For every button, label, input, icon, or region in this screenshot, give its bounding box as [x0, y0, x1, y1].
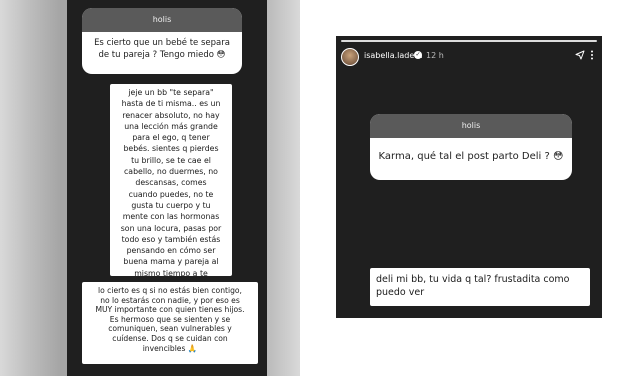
avatar[interactable] [341, 48, 359, 66]
story-reply-text-1: jeje un bb "te separa" hasta de ti misma… [110, 84, 232, 289]
story-reply-text-2: lo cierto es q si no estás bien contigo,… [82, 282, 258, 364]
question-sticker-right: holis Karma, qué tal el post parto Deli … [370, 114, 572, 180]
question-sticker-header: holis [370, 114, 572, 138]
more-options-icon[interactable] [588, 50, 596, 60]
question-sticker-left: holis Es cierto que un bebé te separa de… [82, 8, 242, 74]
question-sticker-header: holis [82, 8, 242, 32]
send-icon[interactable] [575, 50, 585, 60]
story-reply-text: deli mi bb, tu vida q tal? frustadita co… [370, 268, 590, 306]
post-time: 12 h [426, 51, 444, 60]
verified-badge-icon: ✓ [414, 51, 422, 59]
story-progress-bar [341, 40, 597, 42]
question-sticker-text: Es cierto que un bebé te separa de tu pa… [94, 38, 230, 60]
question-sticker-text: Karma, qué tal el post parto Deli ? 😳 [378, 151, 564, 162]
